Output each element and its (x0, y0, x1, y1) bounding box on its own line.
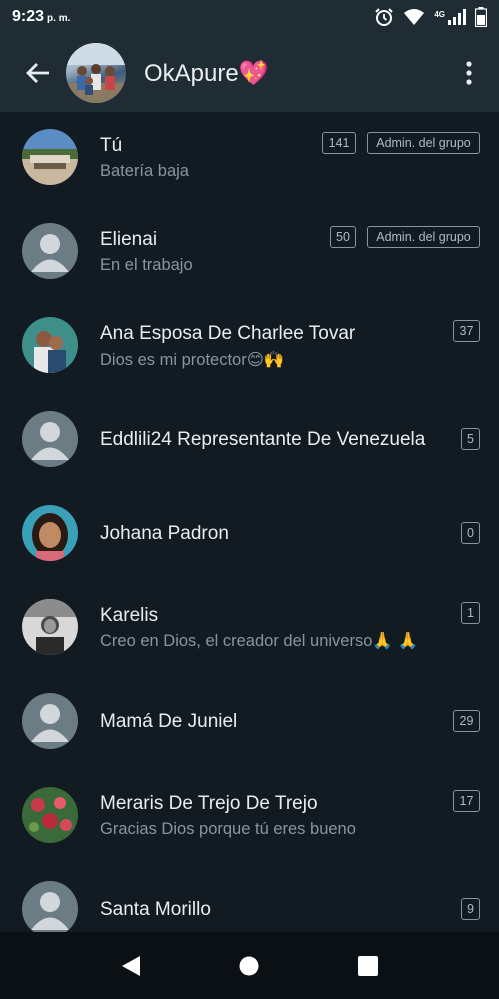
member-row[interactable]: Santa Morillo 9 (0, 864, 499, 932)
nav-recents-button[interactable] (348, 946, 388, 986)
member-name: Tú (100, 135, 123, 156)
member-row[interactable]: Ana Esposa De Charlee Tovar Dios es mi p… (0, 300, 499, 394)
wifi-icon (404, 9, 425, 25)
app-bar: OkApure💖 (0, 34, 499, 112)
more-vert-icon (466, 61, 472, 85)
group-title[interactable]: OkApure💖 (144, 59, 269, 88)
member-row[interactable]: Meraris De Trejo De Trejo Gracias Dios p… (0, 770, 499, 864)
status-ampm: p. m. (47, 13, 71, 24)
member-row[interactable]: Eddlili24 Representante De Venezuela 5 (0, 394, 499, 488)
nav-home-icon (239, 956, 259, 975)
member-name: Mamá De Juniel (100, 711, 238, 732)
nav-back-button[interactable] (111, 946, 151, 986)
default-avatar-icon[interactable] (22, 693, 78, 749)
member-row[interactable]: Mamá De Juniel 29 (0, 676, 499, 770)
member-row[interactable]: Karelis Creo en Dios, el creador del uni… (0, 582, 499, 676)
status-icons: 4G (374, 7, 487, 27)
member-about: Gracias Dios porque tú eres bueno (100, 820, 356, 838)
member-about: Creo en Dios, el creador del universo🙏 🙏 (100, 632, 419, 650)
nav-home-button[interactable] (229, 946, 269, 986)
group-photo (66, 43, 126, 103)
member-row[interactable]: Johana Padron 0 (0, 488, 499, 582)
photo-woman-bw (22, 599, 78, 655)
member-count-badge: 29 (453, 710, 480, 732)
signal-icon (448, 9, 466, 25)
system-nav-bar (0, 932, 499, 999)
member-name: Karelis (100, 605, 159, 626)
member-about: En el trabajo (100, 256, 193, 274)
photo-flowers (22, 787, 78, 843)
member-about: Dios es mi protector😊🙌 (100, 351, 285, 369)
member-count-badge: 50 (330, 226, 356, 248)
status-time: 9:23 (12, 8, 45, 25)
back-button[interactable] (22, 57, 54, 89)
member-name: Santa Morillo (100, 899, 211, 920)
default-avatar-icon[interactable] (22, 881, 78, 932)
member-avatar[interactable] (22, 129, 78, 185)
member-name: Eddlili24 Representante De Venezuela (100, 429, 426, 450)
member-avatar[interactable] (22, 599, 78, 655)
nav-recents-icon (357, 955, 378, 976)
member-count-badge: 37 (453, 320, 480, 342)
member-count-badge: 17 (453, 790, 480, 812)
member-count-badge: 9 (461, 898, 480, 920)
member-about: Batería baja (100, 162, 189, 180)
member-name: Meraris De Trejo De Trejo (100, 793, 318, 814)
member-avatar[interactable] (22, 317, 78, 373)
more-options-button[interactable] (457, 57, 481, 89)
group-avatar[interactable] (66, 43, 126, 103)
member-name: Johana Padron (100, 523, 229, 544)
member-avatar[interactable] (22, 505, 78, 561)
member-count-badge: 141 (322, 132, 356, 154)
photo-woman (22, 505, 78, 561)
network-type-label: 4G (434, 9, 445, 19)
admin-badge: Admin. del grupo (367, 132, 480, 154)
admin-badge: Admin. del grupo (367, 226, 480, 248)
member-name: Ana Esposa De Charlee Tovar (100, 323, 356, 344)
member-list: Tú Batería baja 141 Admin. del grupo Eli… (0, 112, 499, 932)
member-count-badge: 1 (461, 602, 480, 624)
member-name: Elienai (100, 229, 158, 250)
alarm-icon (375, 8, 394, 26)
member-avatar[interactable] (22, 787, 78, 843)
member-row[interactable]: Elienai En el trabajo 50 Admin. del grup… (0, 206, 499, 300)
photo-landscape (22, 129, 78, 185)
default-avatar-icon[interactable] (22, 223, 78, 279)
nav-back-icon (122, 955, 141, 976)
member-row[interactable]: Tú Batería baja 141 Admin. del grupo (0, 112, 499, 206)
member-count-badge: 5 (461, 428, 480, 450)
member-count-badge: 0 (461, 522, 480, 544)
back-arrow-icon (26, 63, 49, 83)
photo-couple (22, 317, 78, 373)
battery-icon (475, 7, 487, 27)
status-bar: 9:23 p. m. 4G (0, 0, 499, 34)
default-avatar-icon[interactable] (22, 411, 78, 467)
